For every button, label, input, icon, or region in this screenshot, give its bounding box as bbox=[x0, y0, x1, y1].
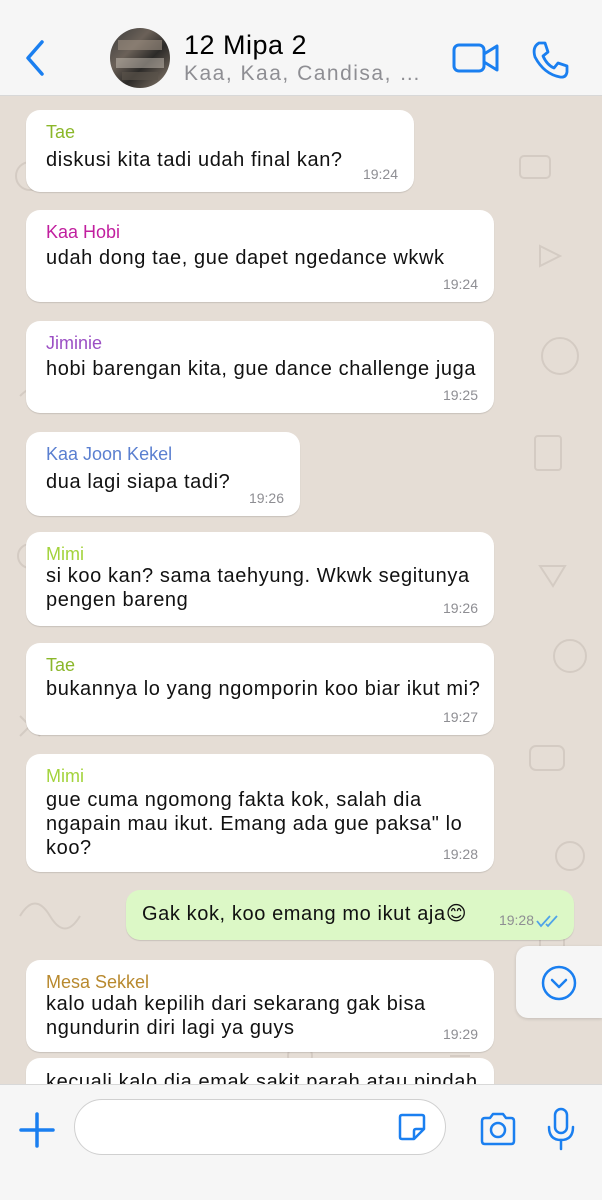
message-text: ngundurin diri lagi ya guys bbox=[46, 1017, 295, 1039]
message-sender: Tae bbox=[46, 655, 76, 675]
microphone-icon[interactable] bbox=[546, 1107, 576, 1151]
plus-icon[interactable] bbox=[18, 1111, 56, 1149]
message-input[interactable] bbox=[74, 1099, 446, 1155]
message-time: 19:25 bbox=[442, 387, 478, 403]
message-bubble[interactable]: Tae bukannya lo yang ngomporin koo biar … bbox=[26, 643, 494, 735]
message-sender: Mesa Sekkel bbox=[46, 972, 150, 992]
composer-bar bbox=[0, 1084, 602, 1200]
message-bubble[interactable]: Tae diskusi kita tadi udah final kan? 19… bbox=[26, 110, 414, 192]
message-time: 19:26 bbox=[248, 490, 284, 506]
message-text: dua lagi siapa tadi? bbox=[46, 471, 231, 493]
message-bubble[interactable]: Kaa Joon Kekel dua lagi siapa tadi? 19:2… bbox=[26, 432, 300, 516]
message-time: 19:27 bbox=[442, 709, 478, 725]
message-text: ngapain mau ikut. Emang ada gue paksa" l… bbox=[46, 813, 463, 835]
message-bubble[interactable]: Mesa Sekkel kalo udah kepilih dari sekar… bbox=[26, 960, 494, 1052]
chat-title[interactable]: 12 Mipa 2 bbox=[184, 30, 307, 61]
camera-icon[interactable] bbox=[478, 1111, 518, 1147]
message-text: pengen bareng bbox=[46, 589, 189, 611]
chat-members-subtitle[interactable]: Kaa, Kaa, Candisa, Mi... bbox=[184, 62, 429, 86]
message-text: koo? bbox=[46, 837, 92, 859]
back-chevron-icon[interactable] bbox=[22, 38, 48, 78]
double-check-read-icon bbox=[536, 915, 558, 928]
outgoing-message-time: 19:28 bbox=[498, 912, 534, 928]
message-sender: Tae bbox=[46, 122, 76, 142]
message-bubble[interactable]: Jiminie hobi barengan kita, gue dance ch… bbox=[26, 321, 494, 413]
message-bubble[interactable]: Kaa Hobi udah dong tae, gue dapet ngedan… bbox=[26, 210, 494, 302]
message-bubble[interactable]: kecuali kalo dia emak sakit parah atau p… bbox=[26, 1058, 494, 1086]
message-time: 19:24 bbox=[442, 276, 478, 292]
chat-header: 12 Mipa 2 Kaa, Kaa, Candisa, Mi... bbox=[0, 0, 602, 96]
message-text: diskusi kita tadi udah final kan? bbox=[46, 149, 343, 171]
message-text: gue cuma ngomong fakta kok, salah dia bbox=[46, 789, 422, 811]
message-text: si koo kan? sama taehyung. Wkwk segituny… bbox=[46, 565, 470, 587]
sticker-icon[interactable] bbox=[397, 1112, 427, 1142]
message-sender: Kaa Hobi bbox=[46, 222, 121, 242]
message-time: 19:29 bbox=[442, 1026, 478, 1042]
scroll-to-bottom-button[interactable] bbox=[516, 946, 602, 1018]
message-sender: Mimi bbox=[46, 766, 84, 786]
chevron-down-icon bbox=[541, 965, 577, 1001]
message-text: kalo udah kepilih dari sekarang gak bisa bbox=[46, 993, 426, 1015]
message-text: hobi barengan kita, gue dance challenge … bbox=[46, 358, 477, 380]
message-time: 19:26 bbox=[442, 600, 478, 616]
message-bubble[interactable]: Mimi si koo kan? sama taehyung. Wkwk seg… bbox=[26, 532, 494, 626]
message-text: bukannya lo yang ngomporin koo biar ikut… bbox=[46, 678, 481, 700]
message-bubble[interactable]: Mimi gue cuma ngomong fakta kok, salah d… bbox=[26, 754, 494, 872]
video-call-icon[interactable] bbox=[452, 40, 500, 76]
message-sender: Jiminie bbox=[46, 333, 103, 353]
message-list[interactable]: Tae diskusi kita tadi udah final kan? 19… bbox=[0, 96, 602, 1086]
message-time: 19:24 bbox=[362, 166, 398, 182]
message-text: udah dong tae, gue dapet ngedance wkwk bbox=[46, 247, 445, 269]
message-time: 19:28 bbox=[442, 846, 478, 862]
group-avatar[interactable] bbox=[110, 28, 170, 88]
voice-call-icon[interactable] bbox=[530, 40, 570, 80]
message-sender: Mimi bbox=[46, 544, 84, 564]
outgoing-message-bubble[interactable]: Gak kok, koo emang mo ikut aja😊 19:28 bbox=[126, 890, 574, 940]
message-sender: Kaa Joon Kekel bbox=[46, 444, 173, 464]
outgoing-message-text: Gak kok, koo emang mo ikut aja😊 bbox=[142, 903, 468, 925]
